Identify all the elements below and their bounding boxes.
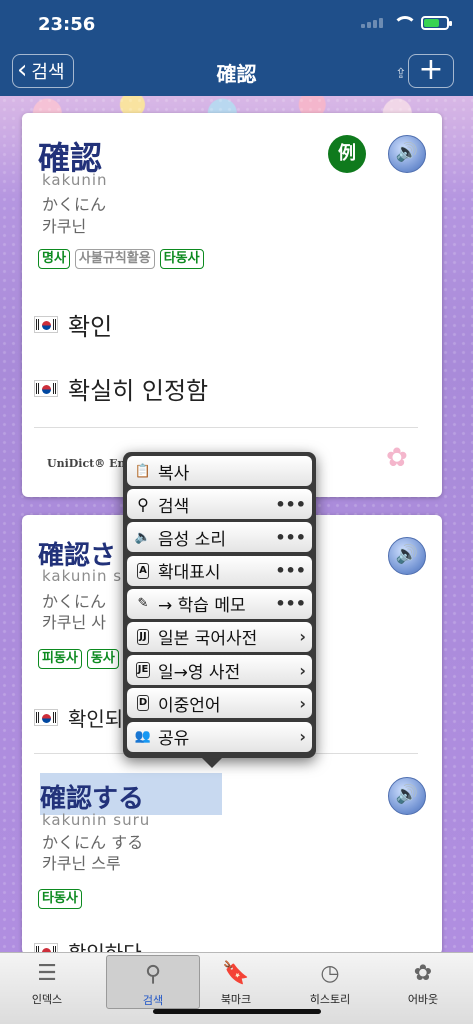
tag-badge: 명사 xyxy=(38,249,70,269)
navigation-bar: 23:56 ‹ 검색 確認 ⇪ + xyxy=(0,0,473,96)
tab-label: 히스토리 xyxy=(309,993,351,1006)
entry-headword[interactable]: 確認する xyxy=(40,778,144,815)
je-dict-icon: JE xyxy=(133,660,153,680)
context-menu: 📋 복사 ⚲ 검색 ••• 🔈 음성 소리 ••• A 확대표시 ••• ✎ →… xyxy=(123,452,316,768)
entry-hangul-reading: 카쿠닌 사 xyxy=(42,613,106,632)
status-time: 23:56 xyxy=(38,14,96,35)
meaning-text[interactable]: 확인 xyxy=(68,307,112,342)
meaning-row: 확실히 인정함 xyxy=(34,371,208,406)
entry-hangul-reading: 카쿠닌 xyxy=(42,217,87,236)
tag-badge: 사불규칙활용 xyxy=(74,249,155,269)
speaker-button[interactable]: 🔊 xyxy=(388,777,426,815)
entry-romaji: kakunin xyxy=(42,171,108,189)
note-pencil-icon: ✎ xyxy=(137,596,149,612)
tag-list: 명사 사불규칙활용 타동사 xyxy=(38,249,204,269)
menu-item-bilingual[interactable]: D 이중언어 › xyxy=(127,688,312,719)
menu-item-label: 검색 xyxy=(158,496,190,517)
chevron-right-icon: › xyxy=(299,660,306,680)
meaning-text[interactable]: 확인되 xyxy=(68,703,123,732)
list-icon: ☰ xyxy=(37,961,57,986)
menu-item-jj-dictionary[interactable]: JJ 일본 국어사전 › xyxy=(127,621,312,652)
bookmark-icon: 🔖 xyxy=(222,961,250,986)
blossom-icon: ✿ xyxy=(386,443,408,473)
battery-icon xyxy=(421,16,452,30)
meaning-row: 확인 xyxy=(34,307,112,342)
menu-item-je-dictionary[interactable]: JE 일→영 사전 › xyxy=(127,655,312,686)
menu-item-label: 일본 국어사전 xyxy=(158,629,258,650)
cellular-signal-icon xyxy=(361,18,383,28)
d-dict-icon: D xyxy=(133,693,153,713)
more-icon: ••• xyxy=(275,561,306,581)
flower-icon: ✿ xyxy=(413,961,433,986)
tag-badge: 동사 xyxy=(86,649,119,669)
wifi-icon xyxy=(393,16,417,30)
clipboard-icon: 📋 xyxy=(134,463,152,479)
tab-label: 북마크 xyxy=(220,993,252,1006)
meaning-row: 확인되 xyxy=(34,703,123,732)
tab-label: 검색 xyxy=(142,994,164,1007)
more-icon: ••• xyxy=(275,527,306,547)
menu-item-label: 음성 소리 xyxy=(158,529,226,550)
add-button[interactable]: + xyxy=(408,54,454,88)
menu-item-label: 확대표시 xyxy=(158,563,221,584)
jj-dict-icon: JJ xyxy=(133,627,153,647)
tab-label: 인덱스 xyxy=(31,993,63,1006)
menu-item-label: → 학습 메모 xyxy=(158,596,246,617)
korea-flag-icon xyxy=(34,709,58,726)
menu-item-search[interactable]: ⚲ 검색 ••• xyxy=(127,489,312,520)
menu-item-study-note[interactable]: ✎ → 학습 메모 ••• xyxy=(127,588,312,619)
status-icons xyxy=(361,16,452,30)
menu-item-label: 공유 xyxy=(158,729,190,749)
menu-item-label: 일→영 사전 xyxy=(158,662,241,683)
chevron-right-icon: › xyxy=(299,693,306,713)
tag-list: 피동사 동사 xyxy=(38,649,119,669)
search-icon: ⚲ xyxy=(137,494,149,514)
magnifier-icon: ⚲ xyxy=(144,962,162,987)
speaker-icon: 🔈 xyxy=(134,529,152,545)
zoom-box-icon: A xyxy=(133,561,153,581)
tab-bookmark[interactable]: 🔖 북마크 xyxy=(189,955,283,1009)
home-indicator xyxy=(153,1009,321,1014)
speaker-button[interactable]: 🔊 xyxy=(388,537,426,575)
example-button[interactable]: 例 xyxy=(328,135,366,173)
more-icon: ••• xyxy=(275,594,306,614)
divider xyxy=(34,427,418,428)
menu-item-zoom[interactable]: A 확대표시 ••• xyxy=(127,555,312,586)
entry-romaji: kakunin suru xyxy=(42,811,151,829)
more-icon: ••• xyxy=(275,494,306,514)
tag-badge: 타동사 xyxy=(38,889,82,909)
korea-flag-icon xyxy=(34,316,58,333)
tag-badge: 타동사 xyxy=(159,249,204,269)
chevron-right-icon: › xyxy=(299,727,306,746)
entry-romaji: kakunin s xyxy=(42,567,123,585)
menu-item-label: 이중언어 xyxy=(158,695,221,716)
menu-item-label: 복사 xyxy=(158,463,190,484)
speaker-button[interactable]: 🔊 xyxy=(388,135,426,173)
tab-about[interactable]: ✿ 어바웃 xyxy=(376,955,470,1009)
menu-item-share[interactable]: 👥 공유 › xyxy=(127,721,312,752)
chevron-right-icon: › xyxy=(299,627,306,647)
korea-flag-icon xyxy=(34,380,58,397)
share-icon[interactable]: ⇪ xyxy=(395,66,407,82)
tag-list: 타동사 xyxy=(38,889,82,909)
tab-index[interactable]: ☰ 인덱스 xyxy=(0,955,94,1009)
tab-history[interactable]: ◷ 히스토리 xyxy=(283,955,377,1009)
tag-badge: 피동사 xyxy=(38,649,82,669)
clock-icon: ◷ xyxy=(320,961,340,986)
menu-item-speech[interactable]: 🔈 음성 소리 ••• xyxy=(127,522,312,553)
people-icon: 👥 xyxy=(134,729,152,744)
menu-item-copy[interactable]: 📋 복사 xyxy=(127,456,312,486)
tab-search[interactable]: ⚲ 검색 xyxy=(106,955,200,1009)
meaning-text[interactable]: 확실히 인정함 xyxy=(68,371,208,406)
entry-hangul-reading: 카쿠닌 스루 xyxy=(42,854,121,873)
entry-kana: かくにん xyxy=(42,195,107,214)
tab-label: 어바웃 xyxy=(407,993,439,1006)
entry-card: 確認 kakunin かくにん 카쿠닌 例 🔊 명사 사불규칙활용 타동사 확인… xyxy=(22,113,442,497)
